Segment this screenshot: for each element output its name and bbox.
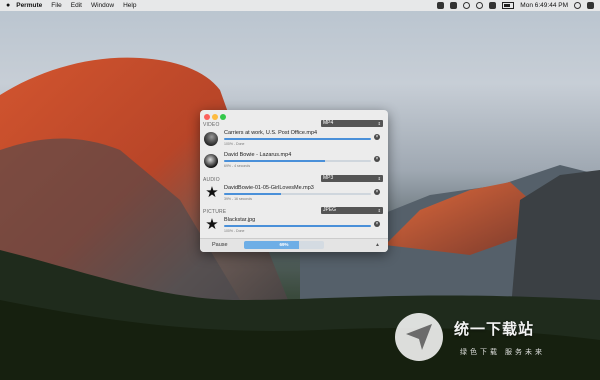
item-filename: Carriers at work, U.S. Post Office.mp4 — [224, 130, 318, 136]
permute-window: VIDEO MP4 ⇕ Carriers at work, U.S. Post … — [200, 110, 388, 252]
remove-item-icon[interactable]: × — [374, 189, 380, 195]
star-icon: ★ — [205, 184, 219, 201]
section-label: VIDEO — [203, 122, 220, 128]
video-thumbnail — [204, 154, 218, 168]
total-progress-label: 69% — [279, 242, 289, 247]
item-progress-bar — [224, 225, 371, 227]
chevron-updown-icon: ⇕ — [377, 208, 381, 213]
progress-fill — [224, 225, 371, 227]
format-value: MP3 — [323, 175, 334, 181]
format-value: JPEG — [323, 207, 337, 213]
item-status: 69% - 4 seconds — [224, 164, 251, 168]
notification-center-icon[interactable] — [587, 2, 594, 9]
item-filename: Blackstar.jpg — [224, 217, 256, 223]
volume-icon[interactable] — [489, 2, 497, 9]
list-item[interactable]: Carriers at work, U.S. Post Office.mp4 1… — [200, 129, 388, 151]
item-progress-bar — [224, 138, 371, 140]
progress-fill — [224, 193, 282, 195]
audio-format-select[interactable]: MP3 ⇕ — [321, 175, 383, 182]
total-progress-bar: 69% — [244, 241, 324, 249]
time-machine-icon[interactable] — [463, 2, 471, 9]
menubar-status-area: Mon 6:49:44 PM — [437, 0, 594, 11]
bluetooth-icon[interactable] — [450, 2, 458, 9]
progress-fill — [224, 160, 326, 162]
picture-format-select[interactable]: JPEG ⇕ — [321, 207, 383, 214]
wifi-icon[interactable] — [476, 2, 484, 9]
section-picture: PICTURE JPEG ⇕ — [200, 206, 388, 216]
star-icon: ★ — [205, 216, 219, 233]
list-item[interactable]: ★ Blackstar.jpg 100% - Done × — [200, 216, 388, 238]
cloud-icon[interactable] — [437, 2, 445, 9]
desktop-wallpaper: ● Permute File Edit Window Help Mon 6:49… — [0, 0, 600, 380]
menu-edit[interactable]: Edit — [71, 2, 82, 9]
section-video: VIDEO MP4 ⇕ — [200, 119, 388, 129]
pause-button[interactable]: Pause — [212, 242, 228, 248]
chevron-updown-icon: ⇕ — [377, 121, 381, 126]
battery-icon[interactable] — [502, 2, 515, 9]
menu-window[interactable]: Window — [91, 2, 114, 9]
chevron-up-icon[interactable]: ▲ — [375, 242, 380, 248]
section-label: PICTURE — [203, 209, 227, 215]
item-filename: DavidBowie-01-05-GirlLovesMe.mp3 — [224, 185, 314, 191]
watermark-subtext: 绿色下载 服务未来 — [460, 349, 545, 356]
video-format-select[interactable]: MP4 ⇕ — [321, 120, 383, 127]
bottom-bar: Pause 69% ▲ — [200, 238, 388, 252]
item-status: 100% - Done — [224, 229, 245, 233]
menu-bar: ● Permute File Edit Window Help Mon 6:49… — [0, 0, 600, 11]
progress-fill — [224, 138, 371, 140]
spotlight-icon[interactable] — [574, 2, 581, 9]
remove-item-icon[interactable]: × — [374, 221, 380, 227]
item-status: 39% - 16 seconds — [224, 197, 253, 201]
watermark-text: 统一下载站 — [454, 321, 535, 338]
watermark-logo — [395, 313, 443, 361]
apple-menu-icon[interactable]: ● — [6, 2, 10, 9]
format-value: MP4 — [323, 120, 334, 126]
menu-file[interactable]: File — [51, 2, 61, 9]
item-filename: David Bowie - Lazarus.mp4 — [224, 152, 292, 158]
menu-help[interactable]: Help — [123, 2, 136, 9]
item-progress-bar — [224, 160, 371, 162]
item-status: 100% - Done — [224, 142, 245, 146]
remove-item-icon[interactable]: × — [374, 156, 380, 162]
section-label: AUDIO — [203, 177, 220, 183]
menu-app-name[interactable]: Permute — [16, 2, 42, 9]
list-item[interactable]: David Bowie - Lazarus.mp4 69% - 4 second… — [200, 151, 388, 173]
menubar-clock[interactable]: Mon 6:49:44 PM — [520, 2, 568, 9]
section-audio: AUDIO MP3 ⇕ — [200, 174, 388, 184]
remove-item-icon[interactable]: × — [374, 134, 380, 140]
chevron-updown-icon: ⇕ — [377, 176, 381, 181]
item-progress-bar — [224, 193, 371, 195]
video-thumbnail — [204, 132, 218, 146]
list-item[interactable]: ★ DavidBowie-01-05-GirlLovesMe.mp3 39% -… — [200, 184, 388, 206]
